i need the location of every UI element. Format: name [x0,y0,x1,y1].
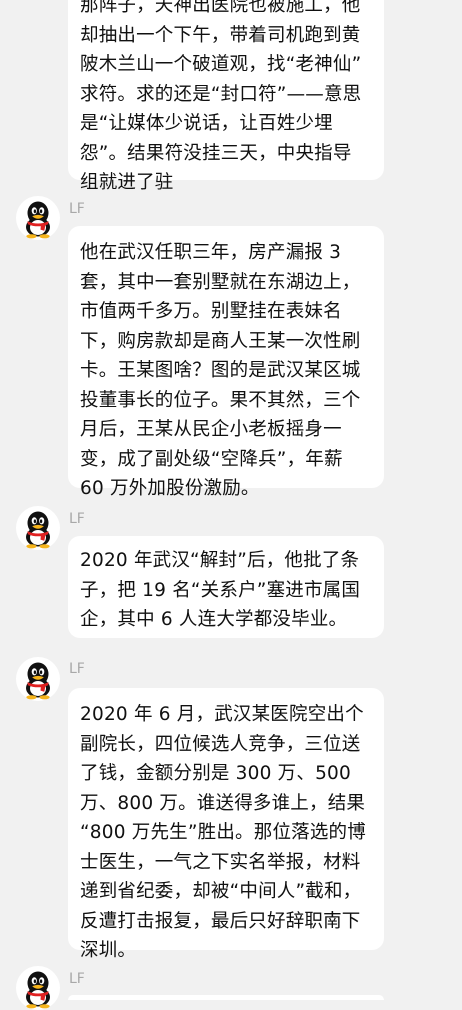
message-line: 深圳。 [80,940,137,961]
message-line: 套，其中一套别墅就在东湖边上， [80,271,361,293]
avatar[interactable] [16,966,60,1010]
message-line: “800 万先生”胜出。那位落选的博 [80,822,366,843]
message-bubble[interactable]: 他在武汉任职三年，房产漏报 3 套，其中一套别墅就在东湖边上， 市值两千多万。别… [68,226,384,499]
message-line: 是“让媒体少说话，让百姓少埋 [80,113,333,134]
message-line: 60 万外加股份激励。 [80,478,260,499]
sender-name: LF [69,971,85,987]
message-line: 副院长，四位候选人竞争，三位送 [80,733,361,755]
avatar[interactable] [16,657,60,701]
chat-feed: 那阵子，天神出医院也被施工，他 却抽出一个下午，带着司机跑到黄 陂木兰山一个破道… [0,0,462,1000]
message-line: 怨”。结果符没挂三天，中央指导 [80,142,352,164]
message-bubble[interactable]: 2020 年 6 月，武汉某医院空出个 副院长，四位候选人竞争，三位送 了钱，金… [68,688,384,961]
message-bubble[interactable] [68,995,384,1000]
sender-name: LF [69,511,85,527]
message-line: 陂木兰山一个破道观，找“老神仙” [80,54,362,75]
message-bubble[interactable]: 那阵子，天神出医院也被施工，他 却抽出一个下午，带着司机跑到黄 陂木兰山一个破道… [68,0,384,193]
message-line: 下，购房款却是商人王某一次性刷 [80,330,361,352]
qq-penguin-icon [16,657,60,701]
message-line: 求符。求的还是“封口符”——意思 [80,83,362,105]
message-line: 万、800 万。谁送得多谁上，结果 [80,792,366,814]
qq-penguin-icon [16,196,60,240]
message-line: 那阵子，天神出医院也被施工，他 [80,0,361,16]
message-line: 了钱，金额分别是 300 万、500 [80,763,351,784]
sender-name: LF [69,661,85,677]
message-line: 市值两千多万。别墅挂在表妹名 [80,301,342,322]
message-line: 子，把 19 名“关系户”塞进市属国 [80,579,361,601]
message-line: 企，其中 6 人连大学都没毕业。 [80,609,348,630]
message-line: 士医生，一气之下实名举报，材料 [80,851,361,873]
message-line: 2020 年 6 月，武汉某医院空出个 [80,704,364,725]
message-line: 他在武汉任职三年，房产漏报 3 [80,242,342,263]
message-line: 组就进了驻 [80,172,174,193]
message-line: 递到省纪委，却被“中间人”截和， [80,881,362,902]
message-line: 月后，王某从民企小老板摇身一 [80,419,342,440]
message-line: 变，成了副处级“空降兵”，年薪 [80,448,343,470]
avatar[interactable] [16,196,60,240]
message-line: 投董事长的位子。果不其然，三个 [80,389,361,411]
message-line: 反遭打击报复，最后只好辞职南下 [80,910,361,932]
message-line: 卡。王某图啥？图的是武汉某区城 [80,360,361,381]
message-line: 却抽出一个下午，带着司机跑到黄 [80,24,361,46]
message-line: 2020 年武汉“解封”后，他批了条 [80,550,360,571]
sender-name: LF [69,201,85,217]
qq-penguin-icon [16,506,60,550]
message-bubble[interactable]: 2020 年武汉“解封”后，他批了条 子，把 19 名“关系户”塞进市属国 企，… [68,536,384,638]
qq-penguin-icon [16,966,60,1010]
avatar[interactable] [16,506,60,550]
